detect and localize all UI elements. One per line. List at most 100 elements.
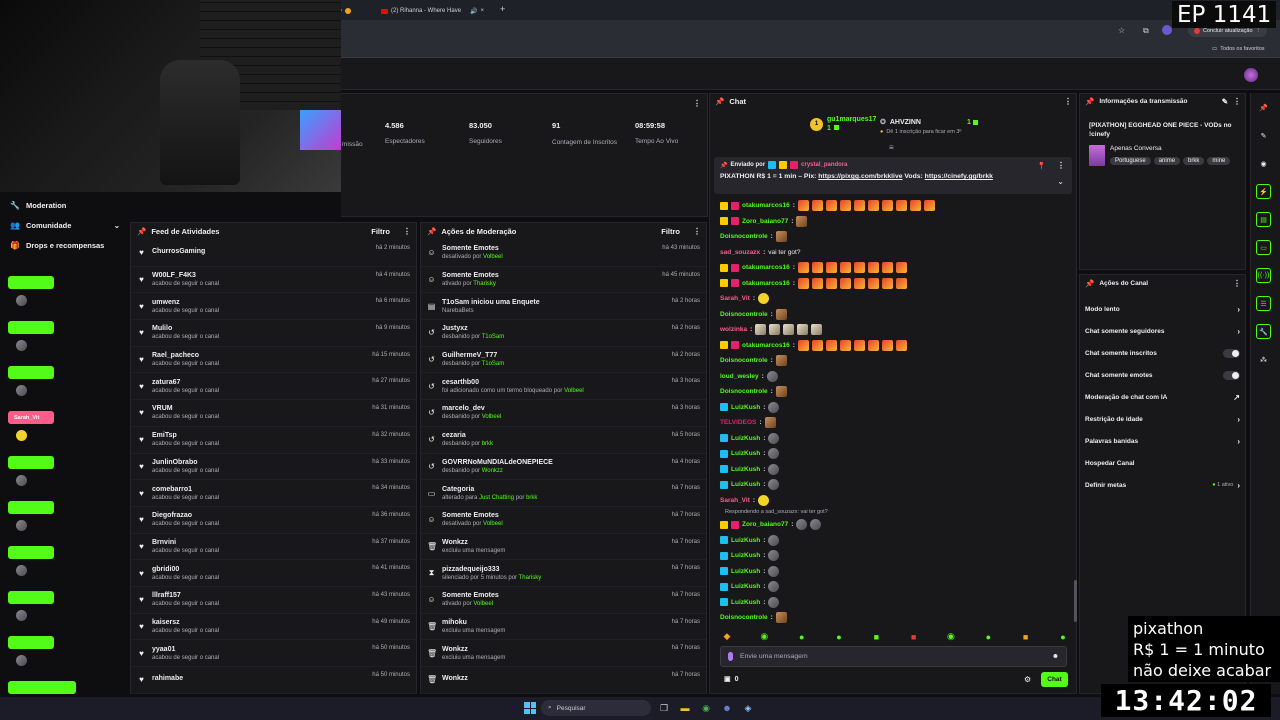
chat-username[interactable]: LuizKush xyxy=(731,599,760,606)
follower-name[interactable]: gbridi00 xyxy=(152,566,366,573)
top-gifter-1[interactable]: 1 gu1marques17 1 xyxy=(810,116,876,132)
menu-item-community[interactable]: 👥 Comunidade ⌄ xyxy=(10,221,120,230)
moderator-name[interactable]: brkk xyxy=(482,441,493,447)
follower-name[interactable]: zatura67 xyxy=(152,379,366,386)
chat-username[interactable]: otakumarcos16 xyxy=(742,280,790,287)
chat-username[interactable]: TELVIDEOS xyxy=(720,419,756,426)
moderator-name[interactable]: Volbeel xyxy=(564,388,584,394)
close-tab-icon[interactable]: × xyxy=(481,8,485,14)
windows-start-icon[interactable] xyxy=(524,702,536,714)
tag-chip[interactable]: mine xyxy=(1207,157,1231,165)
bolt-tool-icon[interactable]: ⚡ xyxy=(1256,184,1271,199)
pin-tool-icon[interactable]: 📌 xyxy=(1256,100,1271,115)
vods-link[interactable]: https://cinefy.gg/brkk xyxy=(925,173,993,180)
emote-icon[interactable]: ■ xyxy=(907,630,921,644)
chat-tool-icon[interactable]: ▭ xyxy=(1256,240,1271,255)
mod-actions-menu-icon[interactable]: ⋮ xyxy=(693,227,701,236)
emoji-picker-icon[interactable]: ☻ xyxy=(1052,653,1059,660)
chat-username[interactable]: LuizKush xyxy=(731,450,760,457)
extensions-icon[interactable]: ⧉ xyxy=(1143,26,1149,36)
chat-menu-icon[interactable]: ⋮ xyxy=(1064,97,1072,106)
follower-name[interactable]: EmiTsp xyxy=(152,432,366,439)
tag-chip[interactable]: anime xyxy=(1153,157,1181,165)
chat-username[interactable]: loud_wesley xyxy=(720,373,759,380)
stats-menu-icon[interactable]: ⋮ xyxy=(693,99,701,108)
moderator-name[interactable]: T1oSam xyxy=(482,334,505,340)
follower-name[interactable]: ChurrosGaming xyxy=(152,248,370,255)
moderator-name[interactable]: Volbeel xyxy=(483,254,503,260)
chat-username[interactable]: LuizKush xyxy=(731,583,760,590)
nodes-tool-icon[interactable]: ⁂ xyxy=(1256,352,1271,367)
profile-avatar[interactable] xyxy=(1162,25,1172,35)
pix-link[interactable]: https://pixgg.com/brkklive xyxy=(818,173,902,180)
follower-name[interactable]: Rael_pacheco xyxy=(152,352,366,359)
stream-category[interactable]: Apenas Conversa xyxy=(1110,145,1162,152)
speaker-icon[interactable]: 🔊 xyxy=(470,8,477,15)
moderator-name[interactable]: brkk xyxy=(526,495,537,501)
chat-username[interactable]: Doisnocontrole xyxy=(720,614,768,621)
task-view-icon[interactable]: ❐ xyxy=(657,701,671,715)
channel-action-item[interactable]: Restrição de idade › xyxy=(1079,408,1246,430)
expand-pinned-icon[interactable]: ⌄ xyxy=(1057,177,1064,186)
chat-username[interactable]: Sarah_Vit xyxy=(720,295,750,302)
channel-actions-menu-icon[interactable]: ⋮ xyxy=(1233,279,1241,288)
browser-tab-active[interactable]: (2) Rihanna - Where Have 🔊 × xyxy=(377,2,497,20)
activity-feed-menu-icon[interactable]: ⋮ xyxy=(403,227,411,236)
moderator-name[interactable]: Volbeel xyxy=(483,521,503,527)
chat-settings-icon[interactable]: ⚙ xyxy=(1024,675,1031,684)
moderator-name[interactable]: Volbeel xyxy=(482,414,502,420)
channel-action-item[interactable]: Definir metas ● 1 ativo › xyxy=(1079,474,1246,496)
chat-username[interactable]: LuizKush xyxy=(731,435,760,442)
list-tool-icon[interactable]: ☰ xyxy=(1256,296,1271,311)
chat-username[interactable]: LuizKush xyxy=(731,404,760,411)
taskbar-search[interactable]: ⌕ Pesquisar xyxy=(541,700,651,716)
follower-name[interactable]: W00LF_F4K3 xyxy=(152,272,370,279)
follower-name[interactable]: umwenz xyxy=(152,299,370,306)
channel-action-item[interactable]: Palavras banidas › xyxy=(1079,430,1246,452)
discord-icon[interactable]: ☻ xyxy=(720,701,734,715)
tag-chip[interactable]: brkk xyxy=(1183,157,1205,165)
chat-username[interactable]: Sarah_Vit xyxy=(720,497,750,504)
moderator-name[interactable]: Volbeel xyxy=(473,601,493,607)
channel-action-item[interactable]: Chat somente emotes xyxy=(1079,364,1246,386)
chat-username[interactable]: LuizKush xyxy=(731,552,760,559)
channel-action-item[interactable]: Modo lento › xyxy=(1079,298,1246,320)
chat-username[interactable]: otakumarcos16 xyxy=(742,264,790,271)
chat-username[interactable]: Doisnocontrole xyxy=(720,311,768,318)
chat-username[interactable]: Doisnocontrole xyxy=(720,233,768,240)
follower-name[interactable]: lllraff157 xyxy=(152,592,366,599)
channel-action-item[interactable]: Chat somente seguidores › xyxy=(1079,320,1246,342)
moderator-name[interactable]: Wonkzz xyxy=(482,468,503,474)
chat-username[interactable]: Doisnocontrole xyxy=(720,357,768,364)
chat-username[interactable]: Doisnocontrole xyxy=(720,388,768,395)
chat-scrollbar[interactable] xyxy=(1074,580,1077,622)
edit-icon[interactable]: ✎ xyxy=(1222,97,1228,106)
wrench-tool-icon[interactable]: 🔧 xyxy=(1256,324,1271,339)
chat-username[interactable]: LuizKush xyxy=(731,481,760,488)
channel-action-item[interactable]: Hospedar Canal xyxy=(1079,452,1246,474)
chat-username[interactable]: otakumarcos16 xyxy=(742,342,790,349)
filter-button[interactable]: Filtro xyxy=(371,227,390,236)
pinned-menu-icon[interactable]: ⋮ xyxy=(1057,161,1065,170)
chat-input[interactable]: Envie uma mensagem ☻ xyxy=(720,646,1067,667)
moderator-name[interactable]: Tharisky xyxy=(473,281,496,287)
emote-icon[interactable]: ◆ xyxy=(720,630,734,644)
chat-username[interactable]: sad_souzazx xyxy=(720,249,760,256)
chat-send-button[interactable]: Chat xyxy=(1041,672,1068,687)
moderator-name[interactable]: Just Chatting xyxy=(479,495,514,501)
chat-username[interactable]: LuizKush xyxy=(731,568,760,575)
follower-name[interactable]: JunlinObrabo xyxy=(152,459,366,466)
bookmarks-folder[interactable]: ▭ Todos os favoritos xyxy=(1212,46,1265,52)
follower-name[interactable]: rahimabe xyxy=(152,675,366,682)
chat-username[interactable]: LuizKush xyxy=(731,466,760,473)
follower-name[interactable]: kaisersz xyxy=(152,619,366,626)
menu-item-drops[interactable]: 🎁 Drops e recompensas xyxy=(10,241,104,250)
follower-name[interactable]: comebarro1 xyxy=(152,486,366,493)
pencil-tool-icon[interactable]: ✎ xyxy=(1256,128,1271,143)
chat-username[interactable]: Zoro_baiano77 xyxy=(742,521,788,528)
menu-item-moderation[interactable]: 🔧 Moderation xyxy=(10,201,66,210)
moderator-name[interactable]: T1oSam xyxy=(482,361,505,367)
follower-name[interactable]: Diegofrazao xyxy=(152,512,366,519)
toggle-switch[interactable] xyxy=(1223,370,1240,380)
mic-icon[interactable] xyxy=(728,652,733,661)
